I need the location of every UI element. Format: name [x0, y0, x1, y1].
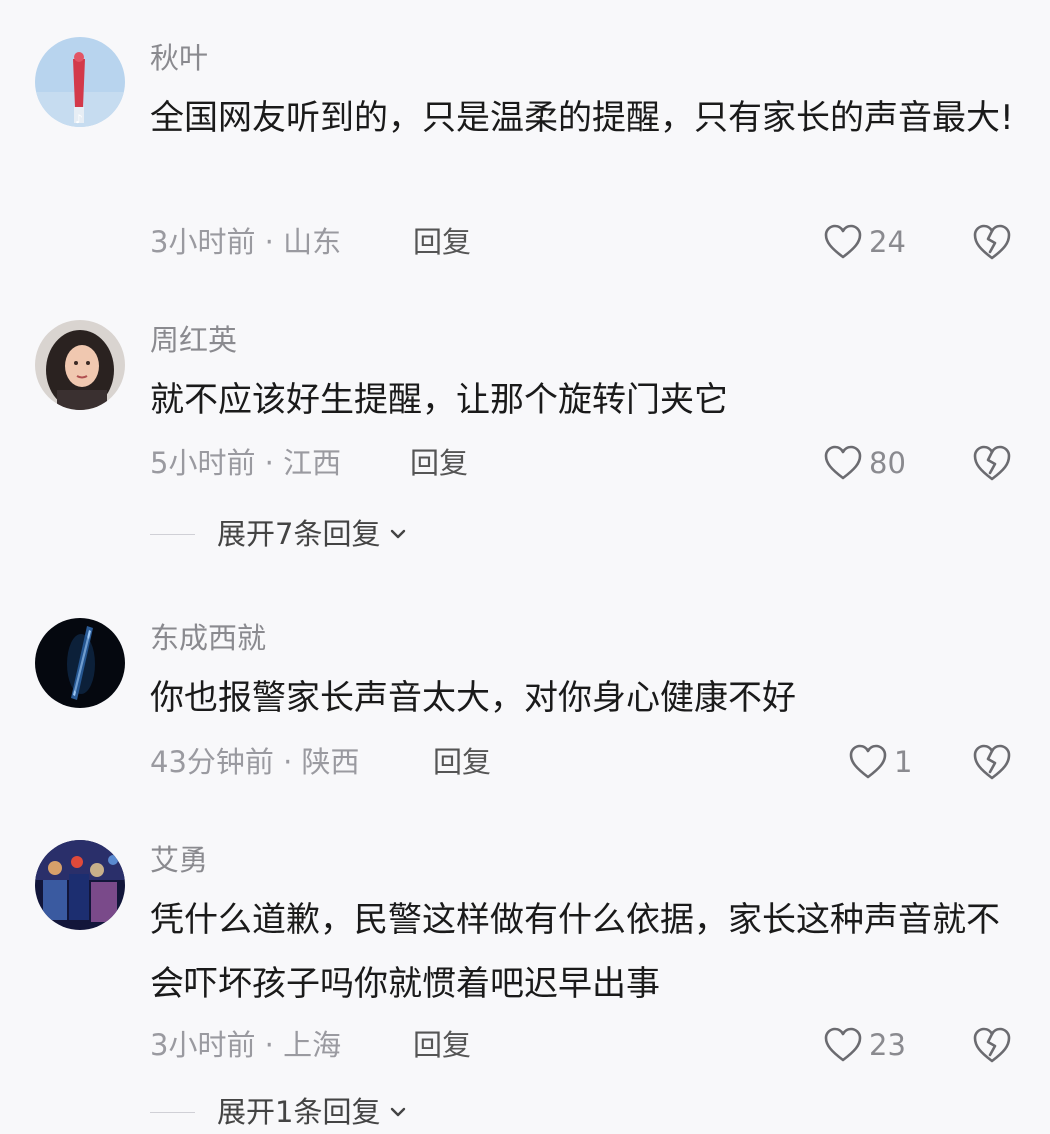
dislike-button[interactable]: [971, 222, 1013, 262]
avatar[interactable]: [35, 320, 125, 410]
avatar[interactable]: [35, 840, 125, 930]
like-button[interactable]: 24: [823, 220, 906, 264]
comment-text: 就不应该好生提醒，让那个旋转门夹它: [150, 380, 728, 420]
like-button[interactable]: 80: [823, 441, 906, 485]
like-count: 24: [869, 225, 906, 259]
heart-outline-icon: [824, 1027, 862, 1062]
heart-outline-icon: [849, 744, 887, 779]
svg-text:♪: ♪: [75, 112, 83, 126]
divider: [150, 1111, 195, 1113]
expand-replies-button[interactable]: 展开1条回复: [150, 1090, 408, 1134]
heart-outline-icon: [824, 224, 862, 259]
avatar[interactable]: ♪: [35, 37, 125, 127]
comment-text: 你也报警家长声音太大，对你身心健康不好: [150, 678, 796, 718]
comment-meta: 3小时前 · 上海: [150, 1028, 342, 1062]
username[interactable]: 周红英: [150, 320, 237, 360]
like-count: 1: [894, 745, 913, 779]
comment-meta: 43分钟前 · 陕西: [150, 745, 360, 779]
username[interactable]: 秋叶: [150, 38, 208, 78]
broken-heart-icon: [973, 744, 1011, 780]
heart-outline-icon: [824, 445, 862, 480]
expand-replies-label: 展开1条回复: [217, 1095, 381, 1129]
like-button[interactable]: 1: [848, 740, 912, 784]
dislike-button[interactable]: [971, 1025, 1013, 1065]
reply-button[interactable]: 回复: [410, 443, 468, 483]
comment-text: 全国网友听到的，只是温柔的提醒，只有家长的声音最大!: [150, 98, 1014, 138]
crowd-scene-avatar-icon: [35, 840, 125, 930]
chevron-down-icon: [391, 529, 406, 539]
blue-light-avatar-icon: [35, 618, 125, 708]
comment-meta: 5小时前 · 江西: [150, 446, 342, 480]
expand-replies-label: 展开7条回复: [217, 517, 381, 551]
portrait-avatar-icon: [35, 320, 125, 410]
broken-heart-icon: [973, 224, 1011, 260]
tiktok-logo-avatar-icon: ♪: [35, 37, 125, 127]
dislike-button[interactable]: [971, 443, 1013, 483]
like-button[interactable]: 23: [823, 1023, 906, 1067]
divider: [150, 533, 195, 535]
reply-button[interactable]: 回复: [413, 222, 471, 262]
username[interactable]: 东成西就: [150, 618, 266, 658]
like-count: 23: [869, 1028, 906, 1062]
chevron-down-icon: [391, 1107, 406, 1117]
comment-meta: 3小时前 · 山东: [150, 225, 342, 259]
reply-button[interactable]: 回复: [413, 1025, 471, 1065]
broken-heart-icon: [973, 1027, 1011, 1063]
comment-text: 凭什么道歉，民警这样做有什么依据，家长这种声音就不会吓坏孩子吗你就惯着吧迟早出事: [150, 900, 1000, 1004]
reply-button[interactable]: 回复: [433, 742, 491, 782]
like-count: 80: [869, 446, 906, 480]
dislike-button[interactable]: [971, 742, 1013, 782]
username[interactable]: 艾勇: [150, 840, 208, 880]
broken-heart-icon: [973, 445, 1011, 481]
expand-replies-button[interactable]: 展开7条回复: [150, 512, 408, 556]
avatar[interactable]: [35, 618, 125, 708]
